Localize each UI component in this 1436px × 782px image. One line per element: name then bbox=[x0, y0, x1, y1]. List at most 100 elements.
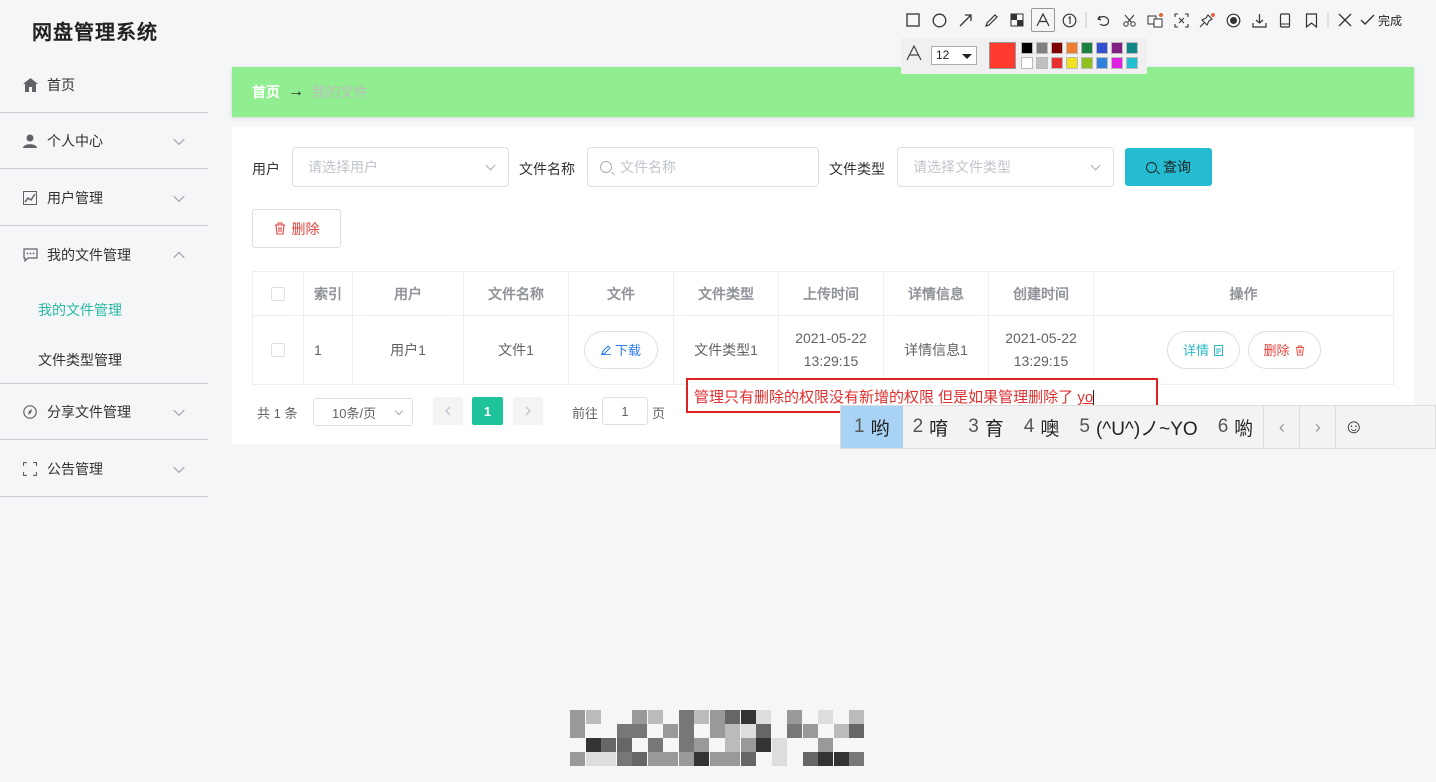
emoji-icon[interactable]: ☺ bbox=[1335, 406, 1371, 448]
edit-icon bbox=[600, 345, 611, 355]
color-swatch[interactable] bbox=[1051, 42, 1063, 54]
next-page-button[interactable] bbox=[513, 397, 543, 425]
sidebar-item-label: 公告管理 bbox=[47, 460, 103, 477]
detail-button[interactable]: 详情 bbox=[1166, 331, 1240, 369]
sidebar-item-announcements[interactable]: 公告管理 bbox=[0, 441, 208, 497]
pencil-tool-icon[interactable] bbox=[978, 5, 1004, 35]
color-swatch[interactable] bbox=[1111, 57, 1123, 69]
color-swatch[interactable] bbox=[1081, 57, 1093, 69]
mosaic-block bbox=[678, 738, 694, 752]
ellipse-tool-icon[interactable] bbox=[926, 5, 952, 35]
filename-search-input[interactable]: 文件名称 bbox=[587, 147, 819, 187]
submenu: 我的文件管理 文件类型管理 bbox=[0, 283, 208, 384]
header-actions: 操作 bbox=[1094, 272, 1393, 316]
mosaic-block bbox=[678, 752, 694, 766]
upload-time: 13:29:15 bbox=[803, 353, 859, 369]
page-number-current[interactable]: 1 bbox=[472, 397, 503, 425]
cell-user: 用户1 bbox=[353, 316, 464, 384]
current-color-swatch[interactable] bbox=[989, 42, 1016, 69]
color-swatch[interactable] bbox=[1066, 57, 1078, 69]
record-icon[interactable] bbox=[1220, 5, 1246, 35]
user-select[interactable]: 请选择用户 bbox=[292, 147, 509, 187]
sidebar-item-home[interactable]: 首页 bbox=[0, 57, 208, 113]
sidebar-item-my-files[interactable]: 我的文件管理 bbox=[0, 227, 208, 283]
chevron-down-icon bbox=[1090, 160, 1101, 171]
cell-detail: 详情信息1 bbox=[884, 316, 989, 384]
color-swatch[interactable] bbox=[1126, 57, 1138, 69]
mosaic-block bbox=[818, 752, 833, 766]
ime-candidate-4[interactable]: 4噢 bbox=[1014, 406, 1070, 448]
color-swatch[interactable] bbox=[1036, 57, 1048, 69]
color-swatch[interactable] bbox=[1051, 57, 1063, 69]
font-size-select[interactable]: 12 bbox=[931, 46, 977, 65]
upload-date: 2021-05-22 bbox=[795, 330, 867, 346]
rectangle-tool-icon[interactable] bbox=[900, 5, 926, 35]
prev-page-button[interactable] bbox=[433, 397, 463, 425]
ime-candidate-3[interactable]: 3育 bbox=[958, 406, 1014, 448]
pin-icon[interactable] bbox=[1194, 5, 1220, 35]
ime-candidate-6[interactable]: 6喲 bbox=[1208, 406, 1264, 448]
submenu-item-my-files[interactable]: 我的文件管理 bbox=[38, 300, 122, 320]
breadcrumb-home[interactable]: 首页 bbox=[252, 82, 280, 102]
color-swatch[interactable] bbox=[1021, 57, 1033, 69]
mosaic-block bbox=[756, 738, 771, 752]
undo-icon[interactable] bbox=[1090, 5, 1116, 35]
filetype-select[interactable]: 请选择文件类型 bbox=[897, 147, 1114, 187]
page-size-select[interactable]: 10条/页 bbox=[313, 398, 413, 426]
ime-next-page[interactable]: › bbox=[1299, 406, 1335, 448]
batch-delete-button[interactable]: 删除 bbox=[252, 209, 341, 248]
sidebar-item-label: 用户管理 bbox=[47, 189, 103, 206]
sidebar-item-user-management[interactable]: 用户管理 bbox=[0, 170, 208, 226]
ime-prev-page[interactable]: ‹ bbox=[1263, 406, 1299, 448]
font-icon bbox=[906, 44, 922, 67]
translate-icon[interactable] bbox=[1142, 5, 1168, 35]
home-icon bbox=[22, 77, 38, 93]
phone-icon[interactable] bbox=[1272, 5, 1298, 35]
close-icon[interactable] bbox=[1332, 5, 1358, 35]
row-checkbox[interactable] bbox=[271, 343, 285, 357]
text-tool-icon[interactable] bbox=[1031, 8, 1055, 32]
number-marker-icon[interactable] bbox=[1056, 5, 1082, 35]
mosaic-block bbox=[787, 710, 802, 724]
color-swatch[interactable] bbox=[1096, 57, 1108, 69]
sidebar-item-label: 首页 bbox=[47, 76, 75, 93]
ime-candidate-1[interactable]: 1哟 bbox=[841, 406, 903, 448]
color-swatch[interactable] bbox=[1036, 42, 1048, 54]
mosaic-tool-icon[interactable] bbox=[1004, 5, 1030, 35]
row-delete-button[interactable]: 删除 bbox=[1247, 331, 1321, 369]
bookmark-icon[interactable] bbox=[1298, 5, 1324, 35]
mosaic-block bbox=[632, 752, 647, 766]
scissors-icon[interactable] bbox=[1116, 5, 1142, 35]
sidebar-item-shared-files[interactable]: 分享文件管理 bbox=[0, 384, 208, 440]
header-detail: 详情信息 bbox=[884, 272, 989, 316]
query-button[interactable]: 查询 bbox=[1125, 148, 1212, 186]
color-swatch[interactable] bbox=[1126, 42, 1138, 54]
arrow-tool-icon[interactable] bbox=[952, 5, 978, 35]
mosaic-block bbox=[709, 724, 725, 738]
search-icon bbox=[1146, 161, 1157, 173]
save-icon[interactable] bbox=[1246, 5, 1272, 35]
color-swatch[interactable] bbox=[1021, 42, 1033, 54]
mosaic-block bbox=[570, 724, 585, 738]
color-swatch[interactable] bbox=[1066, 42, 1078, 54]
candidate-text: 噢 bbox=[1040, 418, 1060, 440]
mosaic-block bbox=[833, 724, 849, 738]
ime-candidate-5[interactable]: 5 (^U^)ノ~YO bbox=[1069, 406, 1207, 448]
color-swatch[interactable] bbox=[1111, 42, 1123, 54]
color-swatch[interactable] bbox=[1096, 42, 1108, 54]
ime-candidate-2[interactable]: 2唷 bbox=[903, 406, 959, 448]
user-select-placeholder: 请选择用户 bbox=[308, 159, 378, 175]
submenu-item-file-types[interactable]: 文件类型管理 bbox=[38, 350, 122, 370]
candidate-number: 1 bbox=[854, 416, 865, 437]
sidebar-item-personal-center[interactable]: 个人中心 bbox=[0, 113, 208, 169]
text-caret bbox=[1093, 390, 1095, 407]
done-button[interactable]: 完成 bbox=[1360, 12, 1402, 29]
download-button[interactable]: 下载 bbox=[583, 331, 658, 369]
select-all-checkbox[interactable] bbox=[271, 286, 285, 301]
ocr-icon[interactable] bbox=[1168, 5, 1194, 35]
search-icon bbox=[600, 161, 612, 173]
goto-page-input[interactable]: 1 bbox=[602, 397, 648, 425]
color-swatch[interactable] bbox=[1081, 42, 1093, 54]
download-label: 下载 bbox=[614, 342, 641, 358]
candidate-text: 育 bbox=[984, 418, 1004, 440]
